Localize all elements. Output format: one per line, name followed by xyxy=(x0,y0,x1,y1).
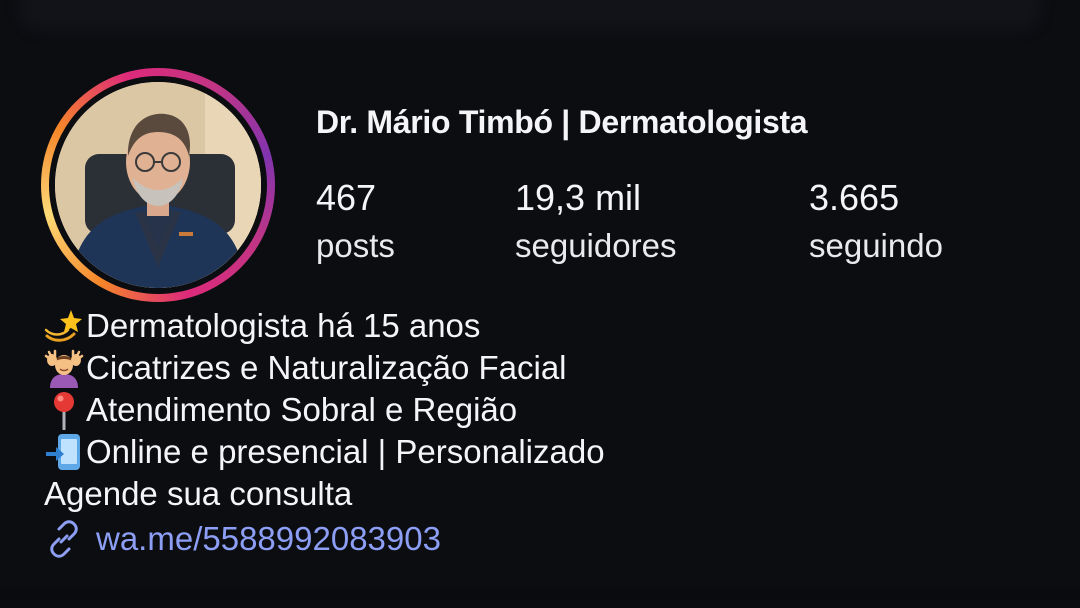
face-massage-icon xyxy=(44,348,84,388)
link-icon xyxy=(44,519,84,559)
posts-count: 467 xyxy=(316,177,377,218)
dizzy-star-icon xyxy=(44,306,84,346)
posts-label: posts xyxy=(316,227,395,264)
bio-line: Dermatologista há 15 anos xyxy=(44,305,605,347)
bio-cta: Agende sua consulta xyxy=(44,473,605,515)
profile-bio: Dermatologista há 15 anos Cicatrizes e N… xyxy=(44,305,605,515)
profile-link[interactable]: wa.me/5588992083903 xyxy=(44,518,441,560)
profile-name: Dr. Mário Timbó | Dermatologista xyxy=(316,104,808,140)
bio-line: Atendimento Sobral e Região xyxy=(44,389,605,431)
followers-label: seguidores xyxy=(515,227,677,264)
avatar-illustration xyxy=(55,82,261,288)
followers-count: 19,3 mil xyxy=(515,177,642,218)
mobile-arrow-icon xyxy=(44,432,84,472)
stat-followers[interactable]: 19,3 mil seguidores xyxy=(515,178,676,266)
bio-text: Dermatologista há 15 anos xyxy=(86,307,481,344)
bio-text: Cicatrizes e Naturalização Facial xyxy=(86,349,567,386)
avatar-photo xyxy=(55,82,261,288)
round-pushpin-icon xyxy=(44,390,84,430)
top-edge xyxy=(20,0,1040,30)
bio-line: Cicatrizes e Naturalização Facial xyxy=(44,347,605,389)
bio-text: Online e presencial | Personalizado xyxy=(86,433,605,470)
stat-following[interactable]: 3.665 seguindo xyxy=(809,178,943,266)
bio-line: Online e presencial | Personalizado xyxy=(44,431,605,473)
bio-cta-text: Agende sua consulta xyxy=(44,475,353,512)
link-text: wa.me/5588992083903 xyxy=(96,520,441,557)
following-label: seguindo xyxy=(809,227,943,264)
profile-avatar[interactable] xyxy=(41,68,275,302)
bottom-edge xyxy=(0,588,1080,608)
bio-text: Atendimento Sobral e Região xyxy=(86,391,518,428)
following-count: 3.665 xyxy=(809,177,900,218)
stat-posts[interactable]: 467 posts xyxy=(316,178,395,266)
